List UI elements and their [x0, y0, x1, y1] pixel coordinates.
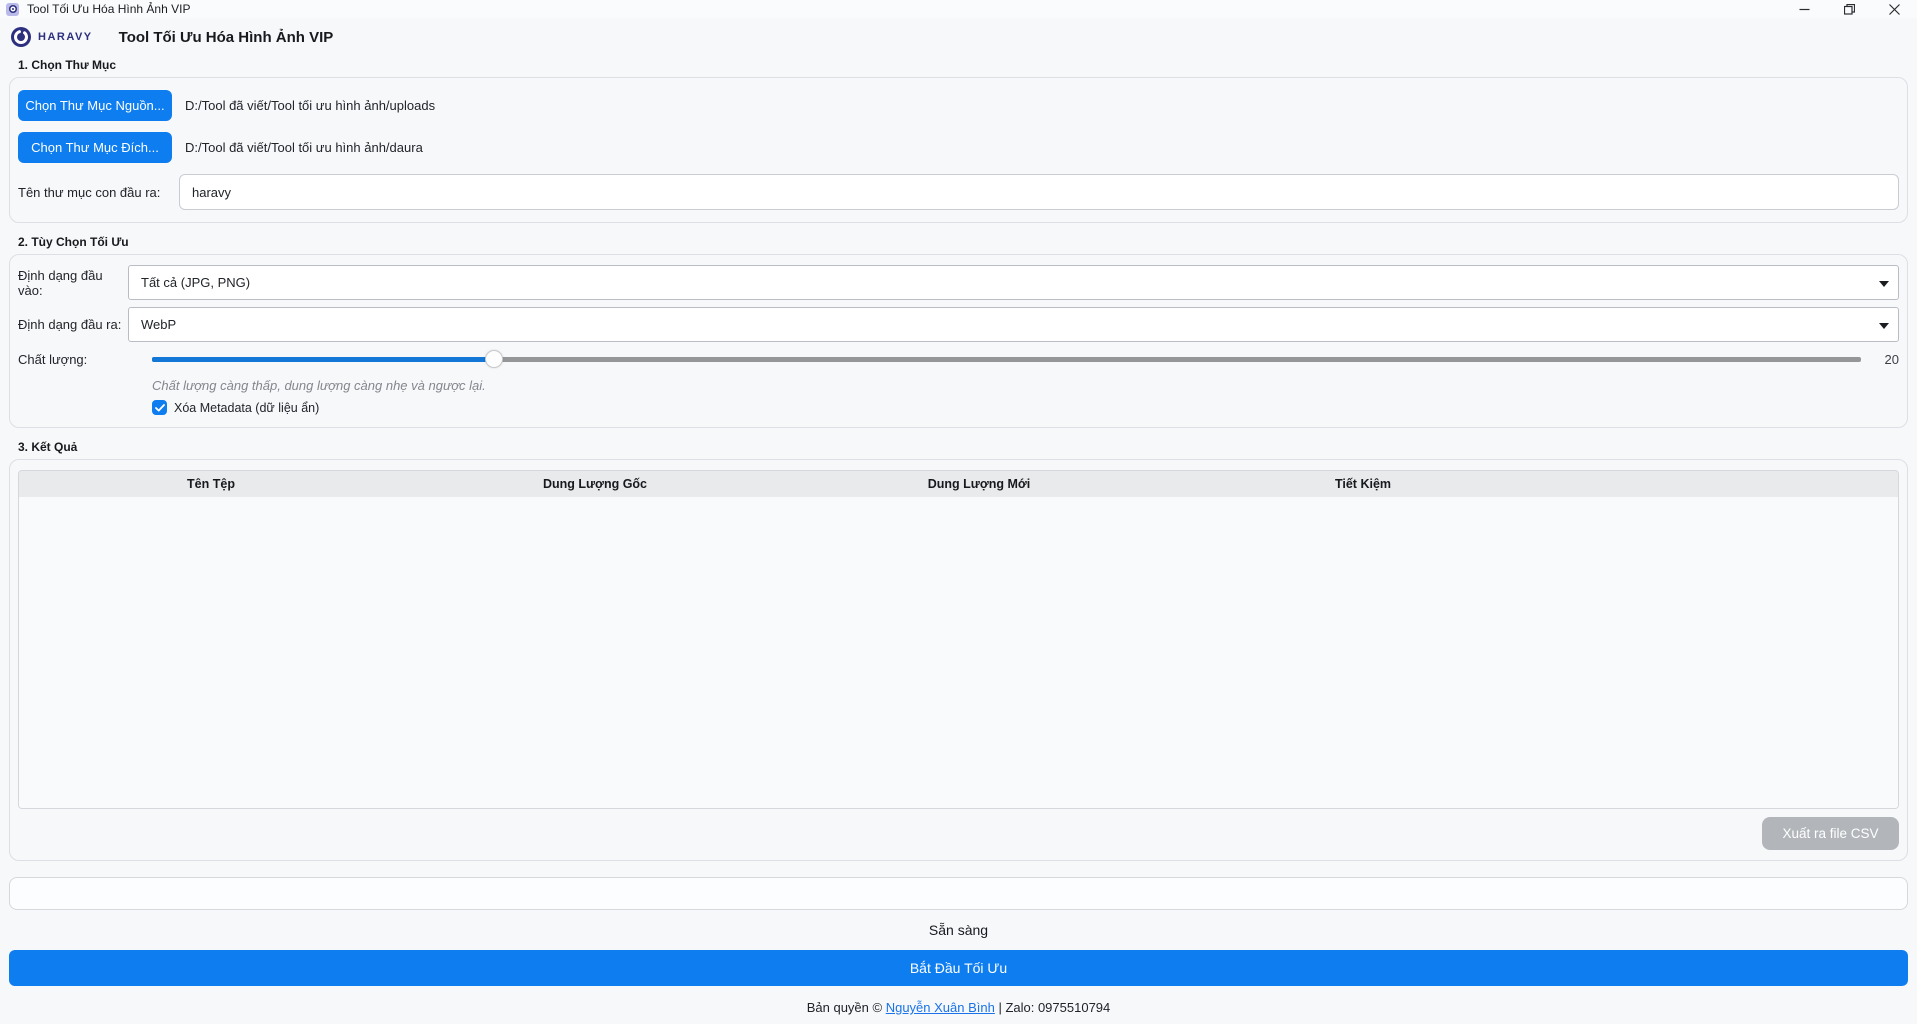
- window-controls: [1782, 0, 1917, 18]
- quality-note: Chất lượng càng thấp, dung lượng càng nh…: [152, 378, 486, 393]
- restore-button[interactable]: [1827, 0, 1872, 18]
- app-icon: [6, 2, 19, 16]
- column-header-original-size[interactable]: Dung Lượng Gốc: [403, 477, 787, 491]
- choose-dest-folder-button[interactable]: Chọn Thư Mục Đích...: [18, 132, 172, 163]
- minimize-button[interactable]: [1782, 0, 1827, 18]
- slider-handle[interactable]: [484, 350, 503, 368]
- quality-value: 20: [1884, 351, 1899, 367]
- quality-slider[interactable]: [152, 349, 1861, 369]
- status-text: Sẵn sàng: [928, 922, 989, 938]
- chevron-down-icon: [1879, 280, 1889, 287]
- progress-bar: [9, 877, 1908, 910]
- metadata-checkbox-label: Xóa Metadata (dữ liệu ẩn): [174, 400, 320, 415]
- results-table-header: Tên Tệp Dung Lượng Gốc Dung Lượng Mới Ti…: [19, 471, 1898, 497]
- column-header-filename[interactable]: Tên Tệp: [19, 477, 403, 491]
- author-link[interactable]: Nguyễn Xuân Bình: [886, 1000, 995, 1015]
- section-title-results: 3. Kết Quả: [18, 440, 78, 454]
- source-folder-path: D:/Tool đã viết/Tool tối ưu hình ảnh/upl…: [185, 98, 436, 113]
- input-format-select[interactable]: Tất cả (JPG, PNG): [128, 265, 1899, 300]
- subfolder-name-input[interactable]: [179, 174, 1899, 210]
- brand-logo: HARAVY: [10, 26, 93, 48]
- column-header-new-size[interactable]: Dung Lượng Mới: [787, 477, 1171, 491]
- chevron-down-icon: [1879, 322, 1889, 329]
- folders-groupbox: Chọn Thư Mục Nguồn... D:/Tool đã viết/To…: [9, 77, 1908, 223]
- choose-source-folder-button[interactable]: Chọn Thư Mục Nguồn...: [18, 90, 172, 121]
- column-header-savings[interactable]: Tiết Kiệm: [1171, 477, 1555, 491]
- section-title-folders: 1. Chọn Thư Mục: [18, 58, 117, 72]
- dest-folder-path: D:/Tool đã viết/Tool tối ưu hình ảnh/dau…: [185, 140, 423, 155]
- input-format-value: Tất cả (JPG, PNG): [141, 275, 251, 290]
- haravy-logo-icon: [11, 27, 31, 47]
- brand-name: HARAVY: [38, 31, 93, 43]
- restore-icon: [1844, 3, 1855, 15]
- close-icon: [1889, 3, 1900, 15]
- close-button[interactable]: [1872, 0, 1917, 18]
- quality-label: Chất lượng:: [18, 351, 88, 367]
- window-title: Tool Tối Ưu Hóa Hình Ảnh VIP: [27, 2, 191, 16]
- app-header: HARAVY Tool Tối Ưu Hóa Hình Ảnh VIP: [0, 20, 1917, 54]
- start-optimize-button[interactable]: Bắt Đầu Tối Ưu: [9, 950, 1908, 986]
- subfolder-name-label: Tên thư mục con đầu ra:: [18, 184, 161, 200]
- output-format-label: Định dạng đầu ra:: [18, 317, 122, 332]
- results-table: Tên Tệp Dung Lượng Gốc Dung Lượng Mới Ti…: [18, 470, 1899, 809]
- options-groupbox: Định dạng đầu vào: Tất cả (JPG, PNG) Địn…: [9, 254, 1908, 428]
- export-csv-button[interactable]: Xuất ra file CSV: [1762, 817, 1899, 850]
- results-table-body: [19, 497, 1898, 808]
- section-title-options: 2. Tùy Chọn Tối Ưu: [18, 235, 129, 249]
- page-title: Tool Tối Ưu Hóa Hình Ảnh VIP: [118, 28, 334, 46]
- checkmark-icon: [154, 403, 165, 411]
- footer: Bản quyền © Nguyễn Xuân Bình | Zalo: 097…: [0, 1000, 1917, 1015]
- output-format-select[interactable]: WebP: [128, 307, 1899, 342]
- output-format-value: WebP: [141, 317, 177, 332]
- copyright-prefix: Bản quyền ©: [806, 1000, 886, 1015]
- slider-fill: [152, 357, 494, 362]
- titlebar: Tool Tối Ưu Hóa Hình Ảnh VIP: [0, 0, 1917, 18]
- copyright-suffix: | Zalo: 0975510794: [994, 1000, 1111, 1015]
- minimize-icon: [1799, 8, 1810, 10]
- results-groupbox: Tên Tệp Dung Lượng Gốc Dung Lượng Mới Ti…: [9, 459, 1908, 861]
- metadata-checkbox[interactable]: [152, 400, 167, 415]
- input-format-label: Định dạng đầu vào:: [18, 267, 103, 298]
